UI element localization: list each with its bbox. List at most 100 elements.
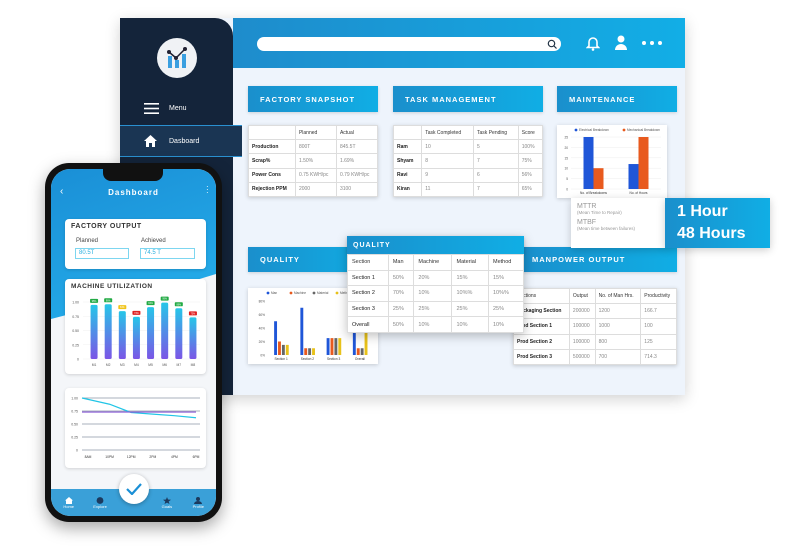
table-cell: 100 [640,318,677,335]
table-cell: 1200 [594,303,642,320]
user-icon[interactable] [614,34,628,50]
x-tick-label: M1 [92,363,97,367]
table-cell: 125 [640,333,677,350]
table-row: Ram 10 5 100% [392,139,544,155]
y-tick-label: 60% [259,313,266,317]
column-header: Output [568,287,596,305]
planned-value[interactable]: 80.5T [75,248,129,259]
factory-snapshot-table: Planned Actual Production 800T 845.5T Scrap% 1… [248,124,379,198]
profile-icon [194,496,203,504]
maintenance-chart: 0 5 10 15 20 25 No. of Breakdowns No. of Hours E… [557,125,667,198]
bar-man [274,321,278,355]
logo [157,38,197,78]
bar-material [360,348,364,355]
table-cell: 100% [517,139,544,155]
explore-icon [96,496,104,504]
bell-icon[interactable] [586,35,600,51]
table-cell: 25% [413,300,453,318]
bar-material [334,338,338,355]
utilization-badge-label: 74% [134,313,139,315]
bar-mechanical-breakdown [638,137,649,189]
table-cell: 50% [387,269,415,287]
column-header: Task Pending [473,124,519,141]
table-cell: 25% [387,300,415,318]
mttr-desc: (Mean Time to Repair) [577,210,622,215]
manpower-output-table: Sections Output No. of Man Hrs. Productivit… [513,287,677,366]
table-cell: 700 [594,348,642,366]
legend-marker [312,291,316,295]
table-cell: 714.3 [640,348,677,366]
nav-home[interactable]: Home [56,496,82,509]
legend-marker [289,291,293,295]
star-icon [162,496,171,504]
sidebar-item-dashboard[interactable]: Dasboard [120,125,242,157]
x-tick-label: M6 [162,363,167,367]
bar-material [308,348,312,355]
manpower-output-header: MANPOWER OUTPUT [520,247,677,272]
x-tick-label: Section 2 [301,357,315,361]
table-cell: Shyam [392,153,423,169]
y-tick-label: 20% [259,340,266,344]
bar-electrical-breakdown [628,164,639,189]
table-cell: 7 [473,153,519,169]
kebab-icon[interactable]: · · · [206,183,209,197]
y-tick-label: 0.25 [71,436,78,440]
table-cell: 1000 [594,318,642,335]
menu-button[interactable]: Menu [144,103,187,114]
table-row: Power Cons 0.75 KWH/pc 0.79 KWH/pc [248,167,379,183]
table-cell: 2000 [294,181,337,198]
mtbf-label: MTBF [577,219,597,226]
column-header: Task Completed [421,124,475,141]
table-cell: 7 [473,181,519,198]
y-tick-label: 15 [564,156,568,160]
bar-method [312,348,315,355]
y-tick-label: 25 [564,136,568,140]
y-tick-label: 0.50 [71,423,78,427]
y-tick-label: 0.75 [72,315,79,319]
table-cell: 10% [413,316,453,333]
table-cell: 5 [473,139,519,155]
home-icon [64,496,73,504]
table-cell: 100000 [568,333,596,350]
search-input[interactable] [257,37,561,51]
mttr-label: MTTR [577,203,597,210]
quality-popup-title: QUALITY [347,236,524,254]
bar-method [285,344,289,355]
utilization-badge-label: 91% [148,303,153,305]
quality-table: Section Man Machine Material Method Section 1… [347,254,525,333]
x-tick-label: Overall [355,357,365,361]
table-cell: Power Cons [248,167,296,183]
legend-marker [574,128,578,132]
table-cell: Rejection PPM [248,181,296,198]
table-cell: 8 [421,153,475,169]
more-icon[interactable] [641,40,663,46]
table-cell: 3100 [335,181,379,198]
table-row: Prod Section 2 100000 800 125 [513,333,677,350]
x-tick-label: Section 3 [327,357,341,361]
column-header: Man [387,254,415,271]
x-tick-label: 8AM [85,455,92,459]
table-cell: 100000 [568,318,596,335]
table-cell: 845.5T [335,139,379,155]
table-row: Section 1 50% 20% 15% 15% [347,269,525,287]
table-cell: Section 3 [347,300,389,318]
y-tick-label: 10 [564,167,568,171]
bar-man [326,338,330,355]
utilization-bar [175,308,183,359]
nav-goals[interactable]: Goals [154,496,180,509]
x-tick-label: 4PM [171,455,178,459]
achieved-value[interactable]: 74.5 T [140,248,195,259]
y-tick-label: 0 [76,449,78,453]
x-tick-label: M2 [106,363,111,367]
nav-profile[interactable]: Profile [185,496,211,509]
check-fab[interactable] [119,474,149,504]
column-header: Planned [294,124,337,141]
table-cell: Scrap% [248,153,296,169]
table-cell: 0.75 KWH/pc [294,167,337,183]
table-cell: Kiran [392,181,423,198]
table-cell: 10% [451,316,489,333]
nav-explore[interactable]: Explore [87,496,113,509]
legend-label: Man [271,291,277,295]
menu-label: Menu [169,105,187,112]
search-icon[interactable] [547,39,557,49]
